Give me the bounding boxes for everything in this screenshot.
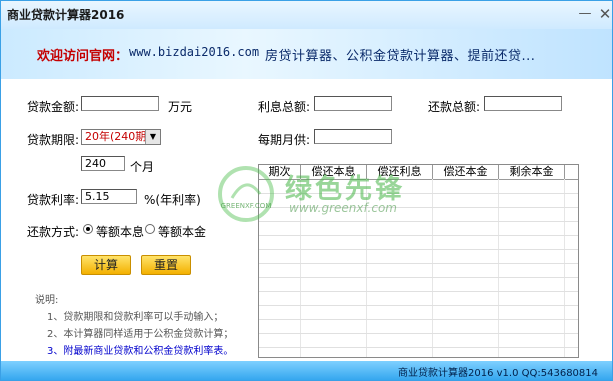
total-repay-field[interactable] — [484, 96, 562, 111]
grid-row-line — [259, 235, 578, 236]
banner: 欢迎访问官网： www.bizdai2016.com 房贷计算器、公积金贷款计算… — [1, 29, 612, 79]
calculate-button[interactable]: 计算 — [81, 255, 131, 275]
logo-text: GREENXF.COM — [221, 202, 272, 210]
method-radio-equal-principal[interactable] — [145, 224, 155, 234]
grid-row-line — [259, 277, 578, 278]
total-interest-field[interactable] — [314, 96, 392, 111]
banner-tools-link[interactable]: 房贷计算器、公积金贷款计算器、提前还贷... — [265, 45, 535, 64]
column-header-remaining[interactable]: 剩余本金 — [499, 165, 565, 179]
status-bar: 商业贷款计算器2016 v1.0 QQ:543680814 — [1, 361, 612, 380]
grid-line — [498, 179, 499, 357]
grid-row-line — [259, 221, 578, 222]
window-title: 商业贷款计算器2016 — [7, 8, 125, 22]
grid-row-line — [259, 249, 578, 250]
period-label: 贷款期限: — [27, 133, 80, 147]
reset-button[interactable]: 重置 — [141, 255, 191, 275]
minimize-button[interactable]: — — [575, 5, 595, 23]
note-line-3[interactable]: 3、附最新商业贷款和公积金贷款利率表。 — [35, 343, 233, 360]
grid-row-line — [259, 333, 578, 334]
method-option2-label[interactable]: 等额本金 — [158, 223, 206, 240]
total-repay-label: 还款总额: — [428, 100, 481, 114]
method-option1-label[interactable]: 等额本息 — [96, 223, 144, 240]
rate-input[interactable]: 5.15 — [81, 189, 137, 204]
note-line-2: 2、本计算器同样适用于公积金贷款计算； — [47, 329, 234, 340]
column-header-principal[interactable]: 偿还本金 — [433, 165, 499, 179]
close-button[interactable]: ✕ — [595, 5, 613, 23]
banner-greeting: 欢迎访问官网： — [37, 49, 129, 64]
amount-label: 贷款金额: — [27, 100, 80, 114]
notes: 说明: 1、贷款期限和贷款利率可以手动输入； 2、本计算器同样适用于公积金贷款计… — [35, 292, 233, 360]
grid-row-line — [259, 319, 578, 320]
monthly-payment-field[interactable] — [314, 129, 392, 144]
notes-title: 说明: — [35, 295, 59, 306]
method-label: 还款方式: — [27, 225, 80, 239]
grid-line — [564, 179, 565, 357]
watermark-url: www.greenxf.com — [289, 201, 397, 215]
status-text: 商业贷款计算器2016 v1.0 QQ:543680814 — [398, 368, 598, 379]
period-selected-value: 20年(240期) — [85, 130, 151, 143]
total-interest-label: 利息总额: — [258, 100, 311, 114]
greenxf-logo: GREENXF.COM — [218, 166, 274, 222]
amount-input[interactable] — [81, 96, 159, 111]
rate-label: 贷款利率: — [27, 193, 80, 207]
app-window: 商业贷款计算器2016 — ✕ 欢迎访问官网： www.bizdai2016.c… — [0, 0, 613, 381]
amount-unit: 万元 — [168, 100, 193, 114]
grid-line — [432, 179, 433, 357]
grid-row-line — [259, 291, 578, 292]
method-radio-equal-installment[interactable] — [83, 224, 93, 234]
rate-unit: %(年利率) — [144, 193, 201, 207]
grid-row-line — [259, 305, 578, 306]
monthly-label: 每期月供: — [258, 133, 311, 147]
grid-row-line — [259, 263, 578, 264]
chevron-down-icon[interactable]: ▼ — [145, 130, 160, 144]
title-bar: 商业贷款计算器2016 — ✕ — [1, 1, 612, 29]
note-line-1: 1、贷款期限和贷款利率可以手动输入； — [47, 312, 224, 323]
grid-row-line — [259, 347, 578, 348]
banner-url-link[interactable]: www.bizdai2016.com — [129, 45, 259, 59]
period-select[interactable]: 20年(240期) ▼ — [81, 129, 161, 145]
months-input[interactable]: 240 — [81, 156, 125, 171]
months-unit: 个月 — [130, 160, 155, 174]
